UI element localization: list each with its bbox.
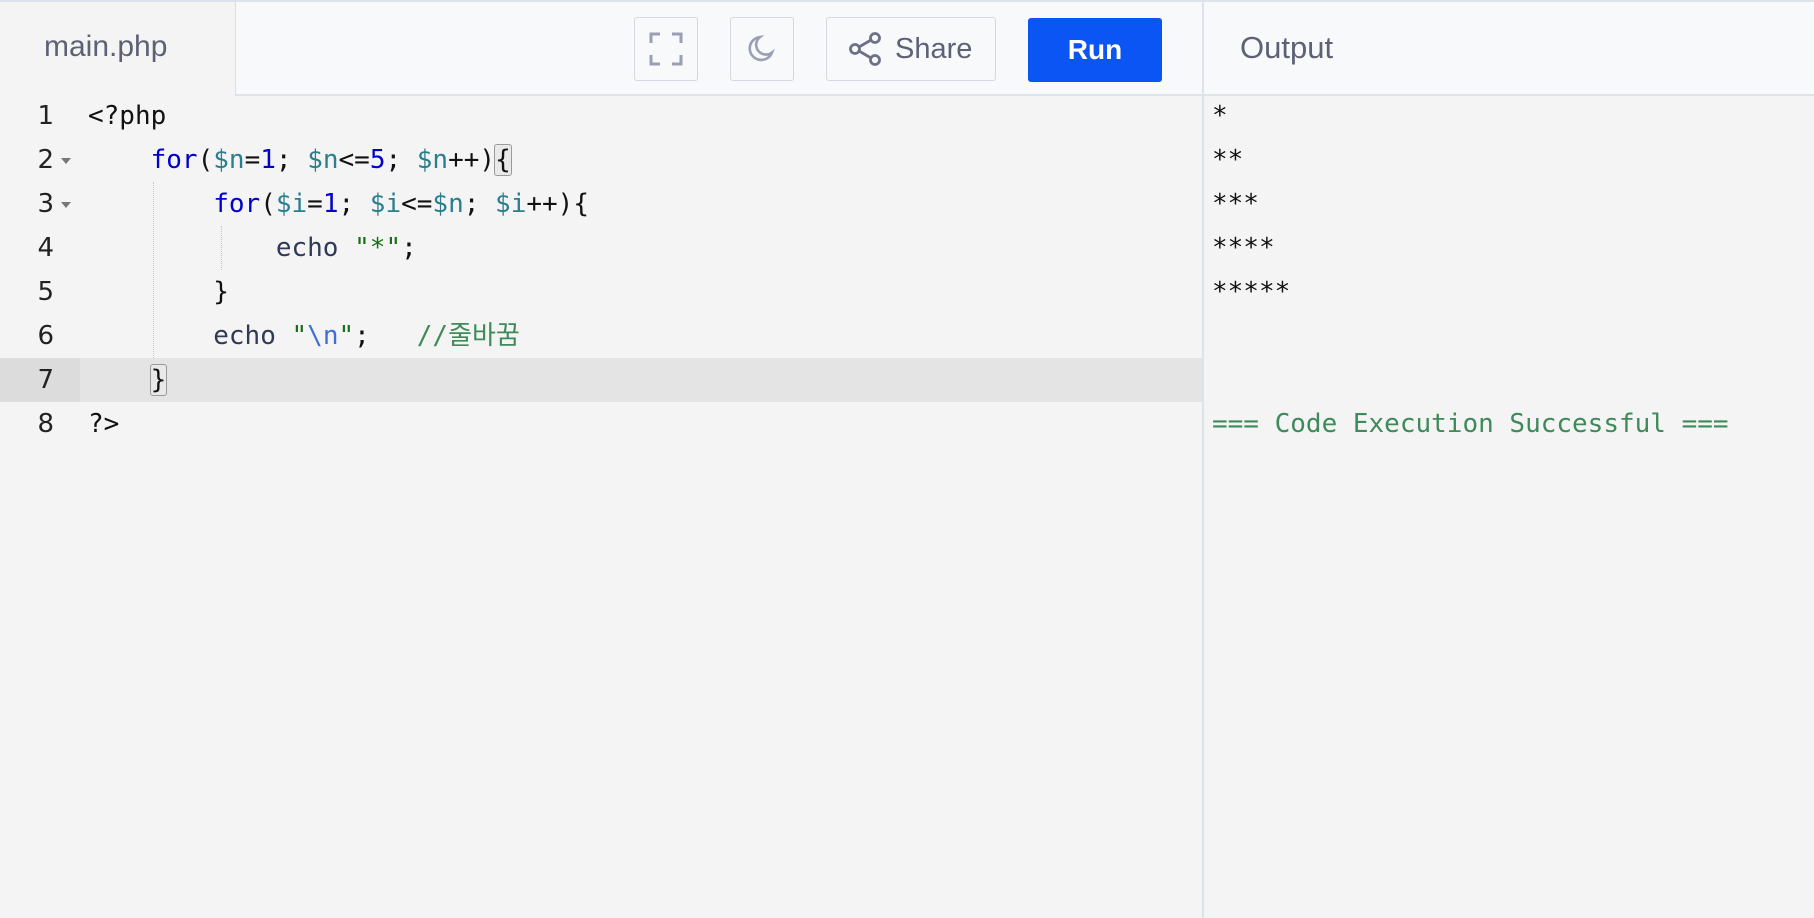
code-text: for($i=1; $i<=$n; $i++){ <box>213 189 589 219</box>
code-line[interactable]: 8 ?> <box>0 402 1202 446</box>
output-line: *** <box>1212 189 1259 219</box>
bracket-match: { <box>494 144 512 176</box>
share-icon <box>849 32 881 66</box>
fullscreen-icon <box>649 32 683 66</box>
code-text: } <box>88 277 229 307</box>
code-line[interactable]: 3 for($i=1; $i<=$n; $i++){ <box>0 182 1202 226</box>
fullscreen-button[interactable] <box>634 17 698 81</box>
output-panel[interactable]: * ** *** **** ***** === Code Execution S… <box>1212 94 1729 446</box>
dark-mode-button[interactable] <box>730 17 794 81</box>
share-label: Share <box>895 32 973 65</box>
code-text: echo "\n"; //줄바꿈 <box>213 321 520 351</box>
line-number: 2 <box>37 145 54 175</box>
code-text: } <box>88 358 168 402</box>
bracket-match: } <box>149 364 168 396</box>
code-line[interactable]: 6 echo "\n"; //줄바꿈 <box>0 314 1202 358</box>
output-line: * <box>1212 101 1228 131</box>
editor-header: main.php Share Run Output <box>0 0 1814 96</box>
file-tab-label: main.php <box>44 30 168 63</box>
output-line: **** <box>1212 233 1275 263</box>
execution-status: === Code Execution Successful === <box>1212 409 1729 439</box>
code-editor[interactable]: 1 <?php 2 for($n=1; $n<=5; $n++){ 3 for(… <box>0 94 1202 918</box>
dark-mode-moon-icon <box>748 35 775 62</box>
output-line: ** <box>1212 145 1244 175</box>
code-line-active[interactable]: 7 } <box>0 358 1202 402</box>
line-number: 7 <box>37 365 54 395</box>
code-line[interactable]: 4 echo "*"; <box>0 226 1202 270</box>
code-text: ?> <box>88 409 120 439</box>
line-number: 8 <box>37 409 54 439</box>
code-line[interactable]: 1 <?php <box>0 94 1202 138</box>
line-number: 4 <box>37 233 54 263</box>
line-number: 6 <box>37 321 54 351</box>
line-number: 1 <box>37 101 54 131</box>
file-tab-main-php[interactable]: main.php <box>0 2 236 96</box>
fold-arrow-icon[interactable] <box>61 202 71 208</box>
output-title: Output <box>1240 30 1334 65</box>
code-text: <?php <box>88 101 167 131</box>
fold-arrow-icon[interactable] <box>61 158 71 164</box>
code-line[interactable]: 5 } <box>0 270 1202 314</box>
output-line: ***** <box>1212 277 1291 307</box>
pane-divider[interactable] <box>1202 0 1204 918</box>
line-number: 5 <box>37 277 54 307</box>
code-line[interactable]: 2 for($n=1; $n<=5; $n++){ <box>0 138 1202 182</box>
code-text: echo "*"; <box>275 233 417 263</box>
share-button[interactable]: Share <box>826 17 996 81</box>
line-number: 3 <box>37 189 54 219</box>
code-text: for($n=1; $n<=5; $n++){ <box>150 144 512 176</box>
run-button[interactable]: Run <box>1028 18 1162 82</box>
